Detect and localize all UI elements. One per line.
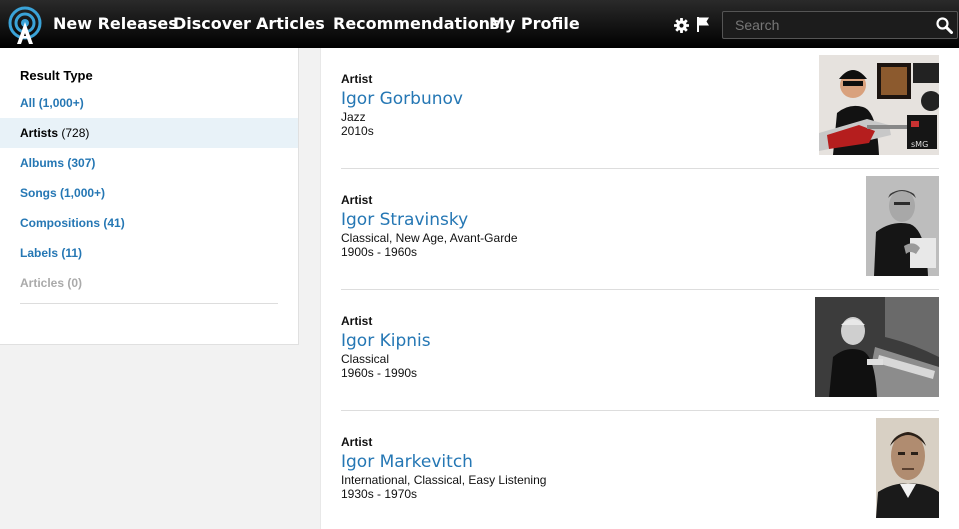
- top-navigation-bar: New Releases Discover Articles Recommend…: [0, 0, 959, 48]
- result-name-link[interactable]: Igor Gorbunov: [341, 89, 463, 109]
- search-box: [722, 11, 958, 39]
- result-item: Artist Igor Markevitch International, Cl…: [341, 411, 939, 529]
- result-type: Artist: [341, 193, 373, 207]
- filter-all[interactable]: All (1,000+): [0, 88, 298, 118]
- result-name-link[interactable]: Igor Markevitch: [341, 452, 473, 472]
- result-name-link[interactable]: Igor Stravinsky: [341, 210, 468, 230]
- nav-my-profile[interactable]: My Profile: [489, 0, 580, 48]
- filter-albums[interactable]: Albums (307): [0, 148, 298, 178]
- result-item: Artist Igor Kipnis Classical 1960s - 199…: [341, 290, 939, 411]
- result-type: Artist: [341, 72, 373, 86]
- result-name-link[interactable]: Igor Kipnis: [341, 331, 431, 351]
- result-genre: Jazz: [341, 110, 366, 124]
- artist-photo[interactable]: [876, 418, 939, 518]
- result-years: 1960s - 1990s: [341, 366, 418, 380]
- result-type: Artist: [341, 435, 373, 449]
- search-results: Artist Igor Gorbunov Jazz 2010s sMG Arti…: [320, 48, 959, 529]
- artist-photo[interactable]: [815, 297, 939, 397]
- nav-new-releases[interactable]: New Releases: [53, 0, 178, 48]
- filter-songs[interactable]: Songs (1,000+): [0, 178, 298, 208]
- nav-recommendations[interactable]: Recommendations: [333, 0, 500, 48]
- filter-artists[interactable]: Artists (728): [0, 118, 298, 148]
- result-genre: Classical, New Age, Avant-Garde: [341, 231, 518, 245]
- result-genre: Classical: [341, 352, 390, 366]
- antenna-logo-icon[interactable]: [8, 6, 42, 46]
- flag-icon[interactable]: [697, 17, 710, 32]
- artist-photo[interactable]: [866, 176, 939, 276]
- result-years: 2010s: [341, 124, 374, 138]
- search-icon[interactable]: [936, 17, 953, 34]
- result-item: Artist Igor Stravinsky Classical, New Ag…: [341, 169, 939, 290]
- svg-text:sMG: sMG: [911, 140, 928, 149]
- nav-discover[interactable]: Discover: [173, 0, 251, 48]
- result-type: Artist: [341, 314, 373, 328]
- panel-divider: [20, 303, 278, 304]
- result-item: Artist Igor Gorbunov Jazz 2010s sMG: [341, 48, 939, 169]
- search-input[interactable]: [723, 12, 923, 38]
- filter-labels[interactable]: Labels (11): [0, 238, 298, 268]
- filter-articles: Articles (0): [20, 276, 83, 290]
- panel-title: Result Type: [20, 68, 93, 83]
- gear-icon[interactable]: [674, 18, 689, 33]
- nav-articles[interactable]: Articles: [256, 0, 325, 48]
- result-years: 1900s - 1960s: [341, 245, 418, 259]
- result-type-filter-panel: Result Type All (1,000+) Artists (728) A…: [0, 48, 299, 345]
- artist-photo[interactable]: sMG: [819, 55, 939, 155]
- result-genre: International, Classical, Easy Listening: [341, 473, 547, 487]
- result-years: 1930s - 1970s: [341, 487, 418, 501]
- filter-compositions[interactable]: Compositions (41): [0, 208, 298, 238]
